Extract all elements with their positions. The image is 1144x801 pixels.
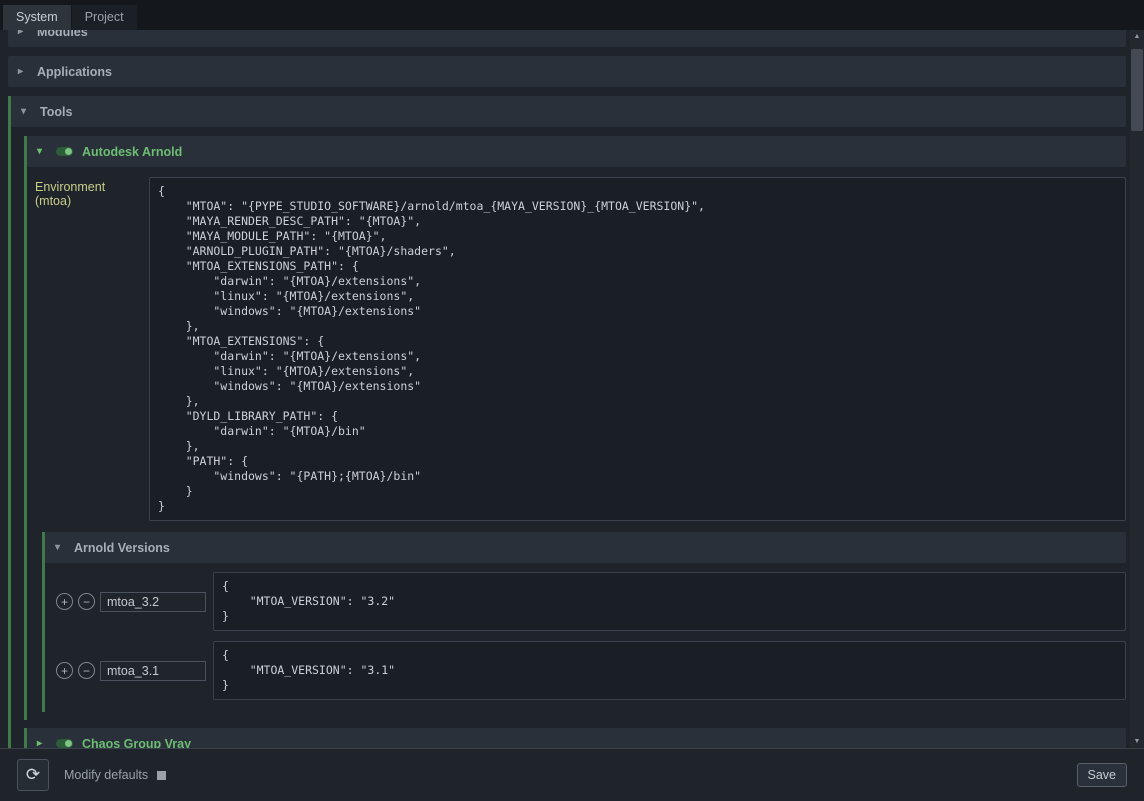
scrollbar-track[interactable] — [1130, 43, 1144, 735]
remove-version-button[interactable]: − — [78, 593, 95, 610]
expander-icon: ▸ — [18, 66, 28, 77]
expander-icon: ▾ — [37, 146, 47, 157]
settings-content: ▸ Modules ▸ Applications ▾ Tools — [0, 30, 1130, 748]
expander-icon: ▸ — [18, 30, 28, 37]
save-button[interactable]: Save — [1077, 763, 1128, 787]
group-title: Arnold Versions — [74, 541, 170, 555]
version-key-input[interactable] — [100, 661, 206, 681]
section-header-chaos-group-vray[interactable]: ▸ Chaos Group Vray — [27, 728, 1126, 748]
version-row: + − { "MTOA_VERSION": "3.1" } — [56, 641, 1126, 700]
vray-enabled-toggle[interactable] — [56, 739, 73, 748]
scrollbar-thumb[interactable] — [1131, 49, 1143, 131]
environment-json-editor[interactable]: { "MTOA": "{PYPE_STUDIO_SOFTWARE}/arnold… — [149, 177, 1126, 521]
section-header-arnold-versions[interactable]: ▾ Arnold Versions — [45, 532, 1126, 563]
section-header-applications[interactable]: ▸ Applications — [8, 56, 1126, 87]
add-version-button[interactable]: + — [56, 593, 73, 610]
environment-label: Environment (mtoa) — [31, 177, 149, 521]
expander-icon: ▾ — [21, 106, 31, 117]
version-row: + − { "MTOA_VERSION": "3.2" } — [56, 572, 1126, 631]
remove-version-button[interactable]: − — [78, 662, 95, 679]
expander-icon: ▾ — [55, 542, 65, 553]
group-chaos-group-vray: ▸ Chaos Group Vray — [24, 728, 1126, 748]
section-modules: ▸ Modules — [8, 30, 1126, 47]
section-label: Tools — [40, 105, 72, 119]
settings-window: System Project ▸ Modules ▸ Applications — [0, 0, 1144, 801]
modify-defaults-checkbox[interactable] — [157, 771, 166, 780]
arnold-enabled-toggle[interactable] — [56, 147, 73, 156]
environment-row: Environment (mtoa) { "MTOA": "{PYPE_STUD… — [31, 177, 1126, 521]
scroll-down-button[interactable]: ▼ — [1130, 735, 1144, 748]
group-autodesk-arnold: ▾ Autodesk Arnold Environment (mtoa) { "… — [24, 136, 1126, 720]
refresh-button[interactable]: ⟳ — [17, 759, 49, 791]
group-title: Autodesk Arnold — [82, 145, 182, 159]
scroll-up-button[interactable]: ▲ — [1130, 30, 1144, 43]
tools-body: ▾ Autodesk Arnold Environment (mtoa) { "… — [11, 136, 1126, 748]
section-header-modules[interactable]: ▸ Modules — [8, 30, 1126, 47]
arnold-versions-body: + − { "MTOA_VERSION": "3.2" } + − — [45, 563, 1126, 712]
section-header-tools[interactable]: ▾ Tools — [11, 96, 1126, 127]
expander-icon: ▸ — [37, 738, 47, 748]
tab-system[interactable]: System — [3, 5, 71, 30]
version-json-editor[interactable]: { "MTOA_VERSION": "3.1" } — [213, 641, 1126, 700]
arnold-body: Environment (mtoa) { "MTOA": "{PYPE_STUD… — [27, 167, 1126, 720]
version-key-input[interactable] — [100, 592, 206, 612]
version-json-editor[interactable]: { "MTOA_VERSION": "3.2" } — [213, 572, 1126, 631]
section-label: Modules — [37, 30, 88, 39]
group-arnold-versions: ▾ Arnold Versions + − { "MTOA_VERSION": … — [42, 532, 1126, 712]
footer: ⟳ Modify defaults Save — [0, 748, 1144, 801]
section-applications: ▸ Applications — [8, 56, 1126, 87]
modify-defaults-label: Modify defaults — [64, 768, 148, 782]
refresh-icon: ⟳ — [26, 765, 40, 785]
section-tools: ▾ Tools ▾ Autodesk Arnold Environm — [8, 96, 1126, 748]
section-header-autodesk-arnold[interactable]: ▾ Autodesk Arnold — [27, 136, 1126, 167]
scrollbar[interactable]: ▲ ▼ — [1130, 30, 1144, 748]
tab-bar: System Project — [0, 0, 1144, 30]
add-version-button[interactable]: + — [56, 662, 73, 679]
section-label: Applications — [37, 65, 112, 79]
group-title: Chaos Group Vray — [82, 737, 191, 749]
tab-project[interactable]: Project — [72, 5, 137, 30]
settings-body: ▸ Modules ▸ Applications ▾ Tools — [0, 30, 1144, 748]
